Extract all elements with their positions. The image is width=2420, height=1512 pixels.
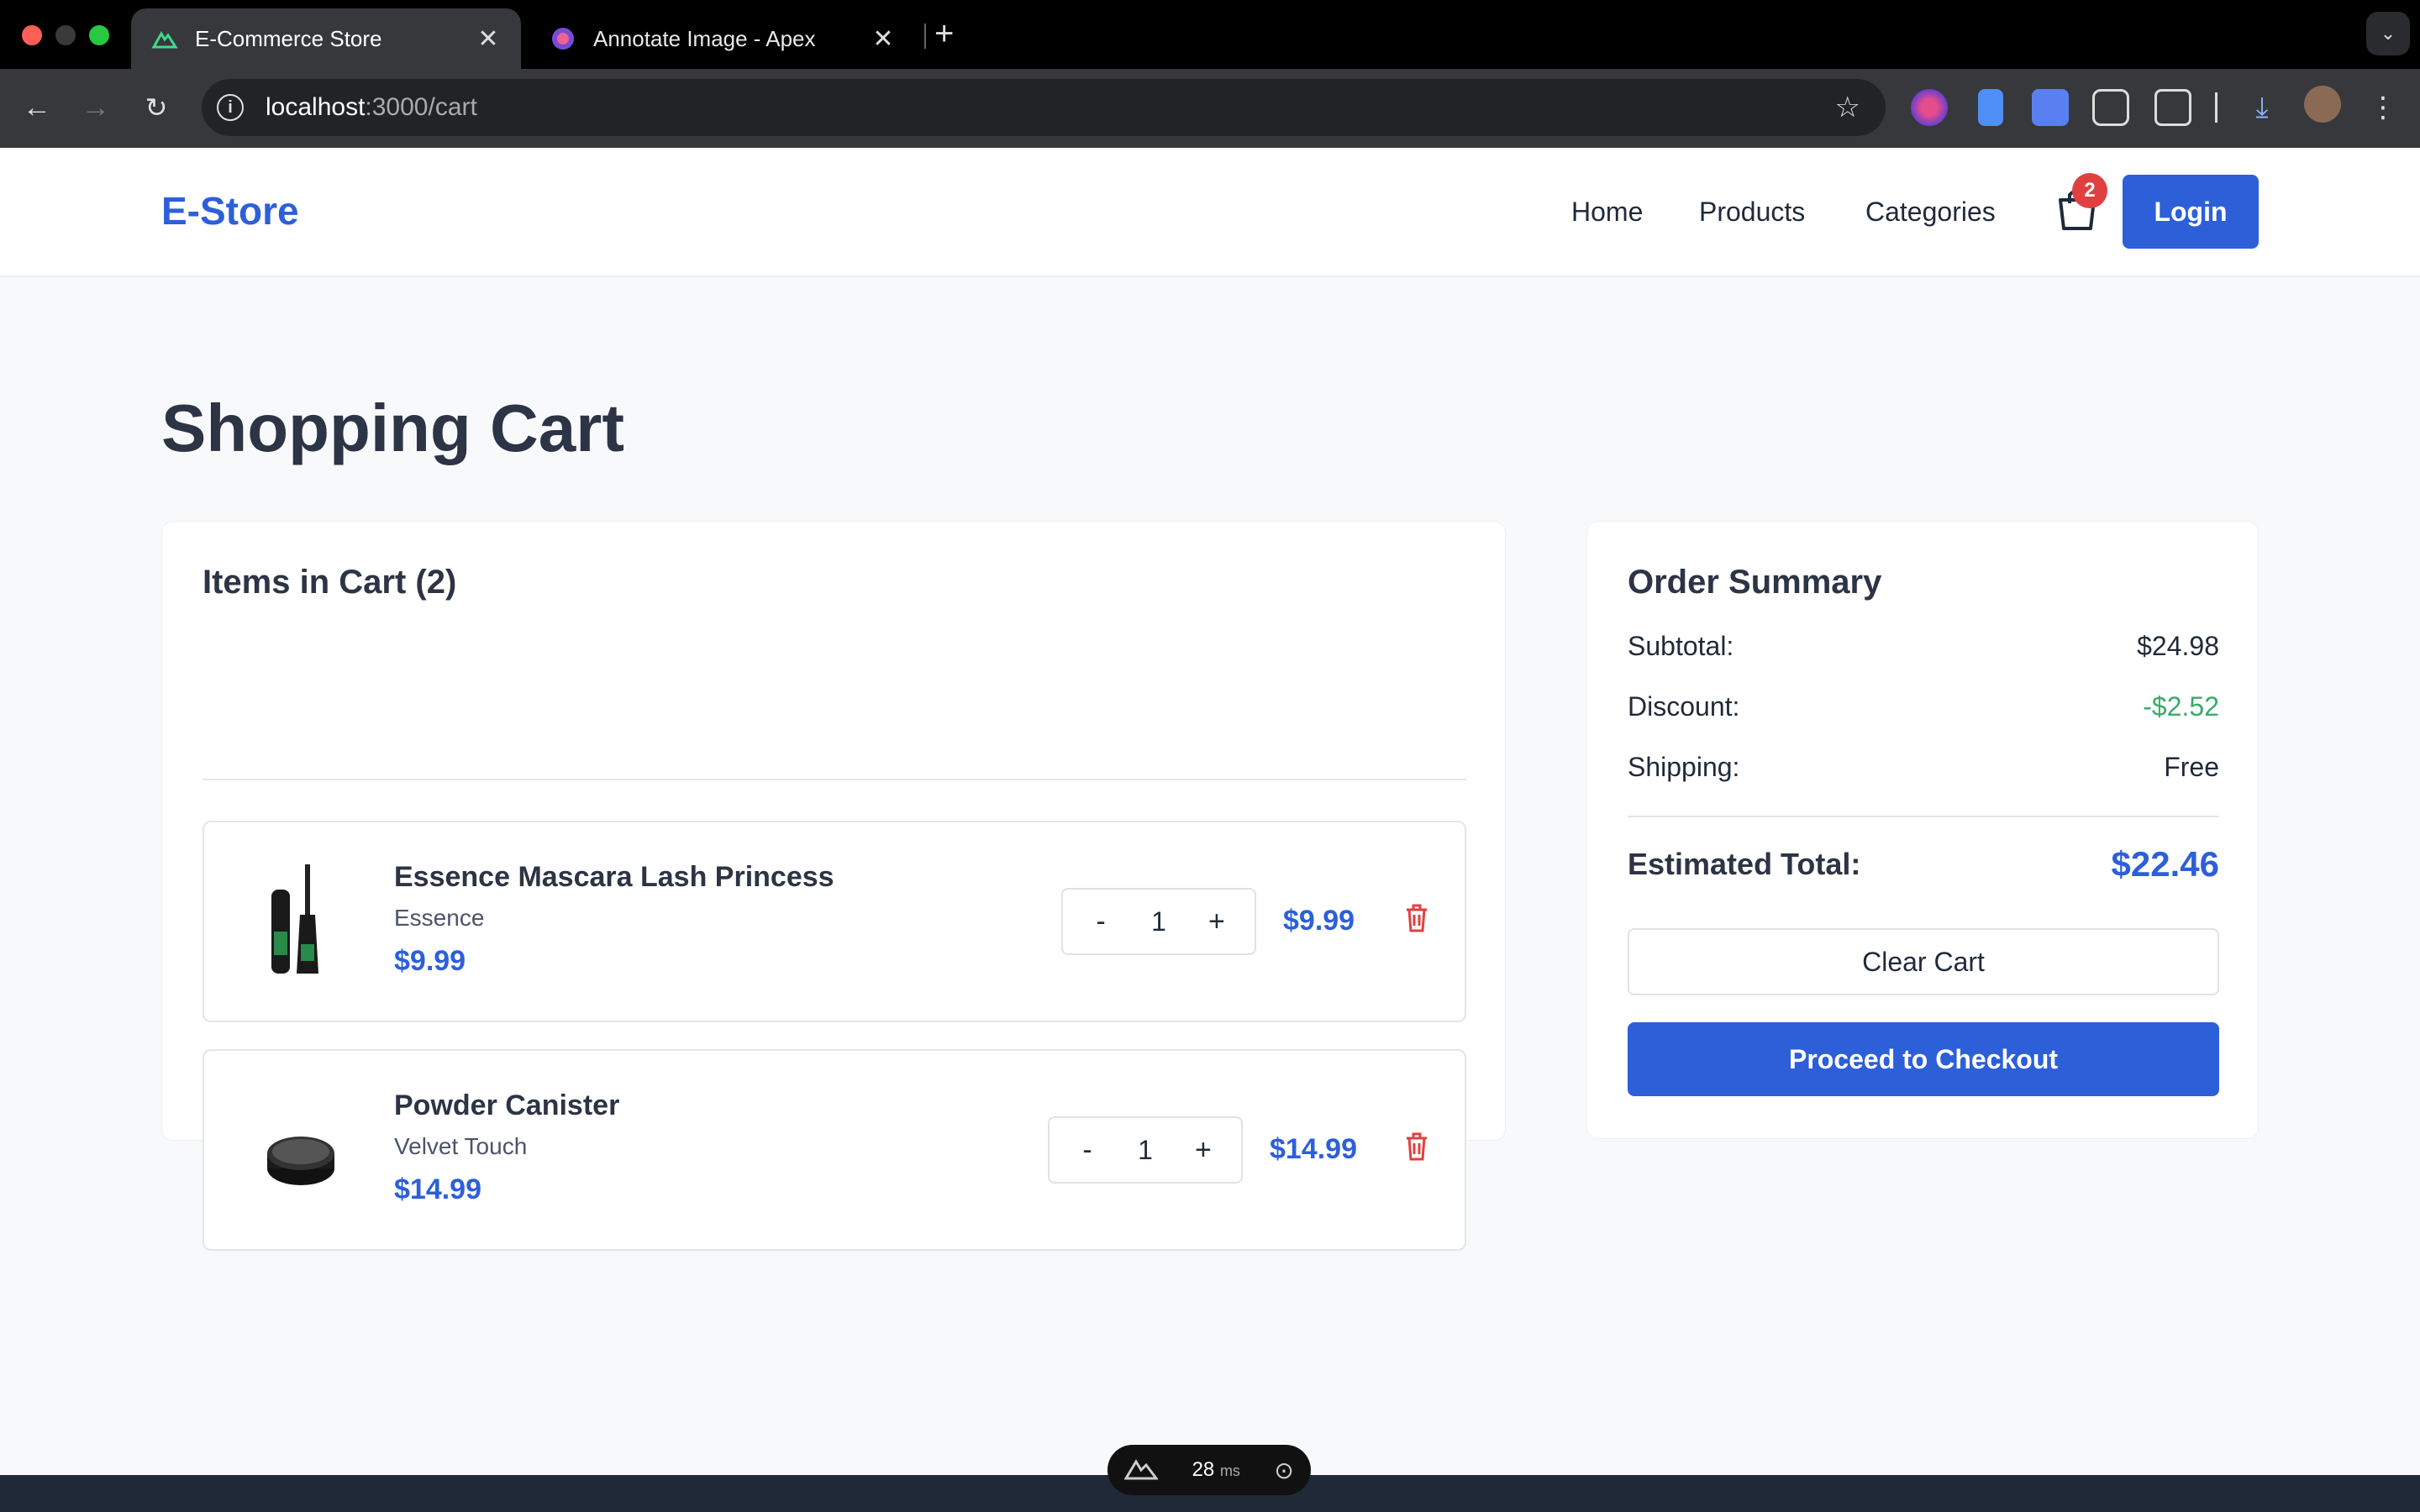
item-name[interactable]: Powder Canister bbox=[394, 1089, 619, 1122]
cart-count-badge: 2 bbox=[2072, 173, 2107, 208]
nav-categories[interactable]: Categories bbox=[1865, 197, 1996, 228]
divider bbox=[1628, 816, 2219, 817]
shipping-row: Shipping: Free bbox=[1628, 752, 2219, 783]
item-price: $14.99 bbox=[394, 1173, 481, 1205]
back-icon[interactable]: ← bbox=[18, 89, 55, 126]
page: E-Store Home Products Categories 2 Login… bbox=[0, 148, 2420, 1512]
render-time: 28 ms bbox=[1192, 1458, 1240, 1481]
quantity-value: 1 bbox=[1151, 906, 1166, 937]
close-tab-icon[interactable]: ✕ bbox=[476, 24, 501, 54]
powder-compact-product-image bbox=[267, 1137, 334, 1185]
forward-icon[interactable]: → bbox=[77, 89, 114, 126]
tab-search-icon[interactable]: ⌄ bbox=[2366, 12, 2410, 55]
increase-quantity-button[interactable]: + bbox=[1178, 1125, 1228, 1175]
tab-separator bbox=[924, 24, 926, 49]
divider bbox=[203, 779, 1466, 780]
shipping-label: Shipping: bbox=[1628, 752, 1740, 782]
total-label: Estimated Total: bbox=[1628, 847, 1861, 881]
clear-cart-button[interactable]: Clear Cart bbox=[1628, 928, 2219, 995]
order-summary-card: Order Summary Subtotal: $24.98 Discount:… bbox=[1586, 521, 2259, 1139]
tab-bar: E-Commerce Store ✕ Annotate Image - Apex… bbox=[0, 0, 2420, 69]
discount-row: Discount: -$2.52 bbox=[1628, 691, 2219, 722]
apex-icon bbox=[552, 28, 574, 50]
item-name[interactable]: Essence Mascara Lash Princess bbox=[394, 861, 834, 894]
close-window-button[interactable] bbox=[22, 25, 42, 45]
nuxt-devtools-pill[interactable]: 28 ms ⊙ bbox=[1107, 1445, 1311, 1495]
close-tab-icon[interactable]: ✕ bbox=[871, 24, 896, 54]
inspect-target-icon[interactable]: ⊙ bbox=[1274, 1457, 1293, 1484]
quantity-stepper: - 1 + bbox=[1048, 1116, 1243, 1184]
item-total: $9.99 bbox=[1283, 905, 1355, 937]
profile-avatar[interactable] bbox=[2304, 86, 2341, 123]
toolbar-divider bbox=[2215, 92, 2217, 123]
new-tab-icon[interactable]: + bbox=[934, 15, 954, 52]
discount-label: Discount: bbox=[1628, 691, 1740, 722]
increase-quantity-button[interactable]: + bbox=[1192, 896, 1242, 947]
decrease-quantity-button[interactable]: - bbox=[1062, 1125, 1113, 1175]
tab-annotate-image[interactable]: Annotate Image - Apex ✕ bbox=[529, 8, 916, 69]
tab-ecommerce-store[interactable]: E-Commerce Store ✕ bbox=[131, 8, 521, 69]
cart-item: Powder Canister Velvet Touch $14.99 - 1 … bbox=[203, 1049, 1466, 1251]
nav-products[interactable]: Products bbox=[1699, 197, 1805, 228]
screenshot-extension-icon[interactable] bbox=[2092, 89, 2129, 126]
discount-value: -$2.52 bbox=[2143, 691, 2219, 722]
download-icon[interactable]: ⤓ bbox=[2244, 89, 2281, 126]
maximize-window-button[interactable] bbox=[89, 25, 109, 45]
total-row: Estimated Total: $22.46 bbox=[1628, 844, 2219, 885]
nuxt-icon bbox=[151, 30, 178, 49]
subtotal-label: Subtotal: bbox=[1628, 631, 1734, 661]
nav-home[interactable]: Home bbox=[1571, 197, 1643, 228]
cart-item: Essence Mascara Lash Princess Essence $9… bbox=[203, 821, 1466, 1022]
extension-docs-icon[interactable] bbox=[1978, 89, 2003, 126]
shipping-value: Free bbox=[2164, 752, 2219, 782]
cart-items-heading: Items in Cart (2) bbox=[203, 564, 457, 601]
browser-toolbar: ← → ↻ i localhost:3000/cart ☆ ⤓ ⋮ bbox=[0, 69, 2420, 148]
checkout-button[interactable]: Proceed to Checkout bbox=[1628, 1022, 2219, 1096]
item-total: $14.99 bbox=[1270, 1133, 1357, 1165]
total-value: $22.46 bbox=[2111, 844, 2219, 884]
url-text[interactable]: localhost:3000/cart bbox=[266, 93, 477, 122]
address-bar[interactable]: i localhost:3000/cart ☆ bbox=[202, 79, 1886, 136]
subtotal-value: $24.98 bbox=[2137, 631, 2219, 661]
trash-icon[interactable] bbox=[1404, 1131, 1429, 1162]
decrease-quantity-button[interactable]: - bbox=[1076, 896, 1126, 947]
subtotal-row: Subtotal: $24.98 bbox=[1628, 631, 2219, 662]
item-price: $9.99 bbox=[394, 945, 466, 977]
login-button[interactable]: Login bbox=[2123, 175, 2259, 249]
extension-icon[interactable] bbox=[1911, 89, 1948, 126]
mascara-product-image bbox=[271, 864, 318, 974]
reload-icon[interactable]: ↻ bbox=[138, 89, 175, 126]
trash-icon[interactable] bbox=[1404, 903, 1429, 933]
quantity-stepper: - 1 + bbox=[1061, 888, 1256, 955]
translate-icon[interactable] bbox=[2032, 89, 2069, 126]
page-title: Shopping Cart bbox=[161, 391, 625, 465]
item-brand: Essence bbox=[394, 905, 485, 931]
browser-menu-icon[interactable]: ⋮ bbox=[2365, 89, 2402, 126]
tab-title: E-Commerce Store bbox=[195, 25, 382, 51]
tab-title: Annotate Image - Apex bbox=[593, 25, 816, 51]
order-summary-title: Order Summary bbox=[1628, 564, 1882, 601]
cart-items-card: Items in Cart (2) Essence Mascara Lash P… bbox=[161, 521, 1506, 1251]
nuxt-icon bbox=[1124, 1459, 1159, 1480]
extensions-puzzle-icon[interactable] bbox=[2154, 89, 2191, 126]
store-logo[interactable]: E-Store bbox=[161, 188, 299, 234]
bookmark-star-icon[interactable]: ☆ bbox=[1835, 91, 1860, 124]
browser-chrome: E-Commerce Store ✕ Annotate Image - Apex… bbox=[0, 0, 2420, 148]
minimize-window-button[interactable] bbox=[55, 25, 76, 45]
site-header: E-Store Home Products Categories 2 Login bbox=[0, 148, 2420, 277]
quantity-value: 1 bbox=[1138, 1134, 1153, 1165]
site-info-icon[interactable]: i bbox=[217, 94, 244, 121]
item-brand: Velvet Touch bbox=[394, 1133, 528, 1159]
